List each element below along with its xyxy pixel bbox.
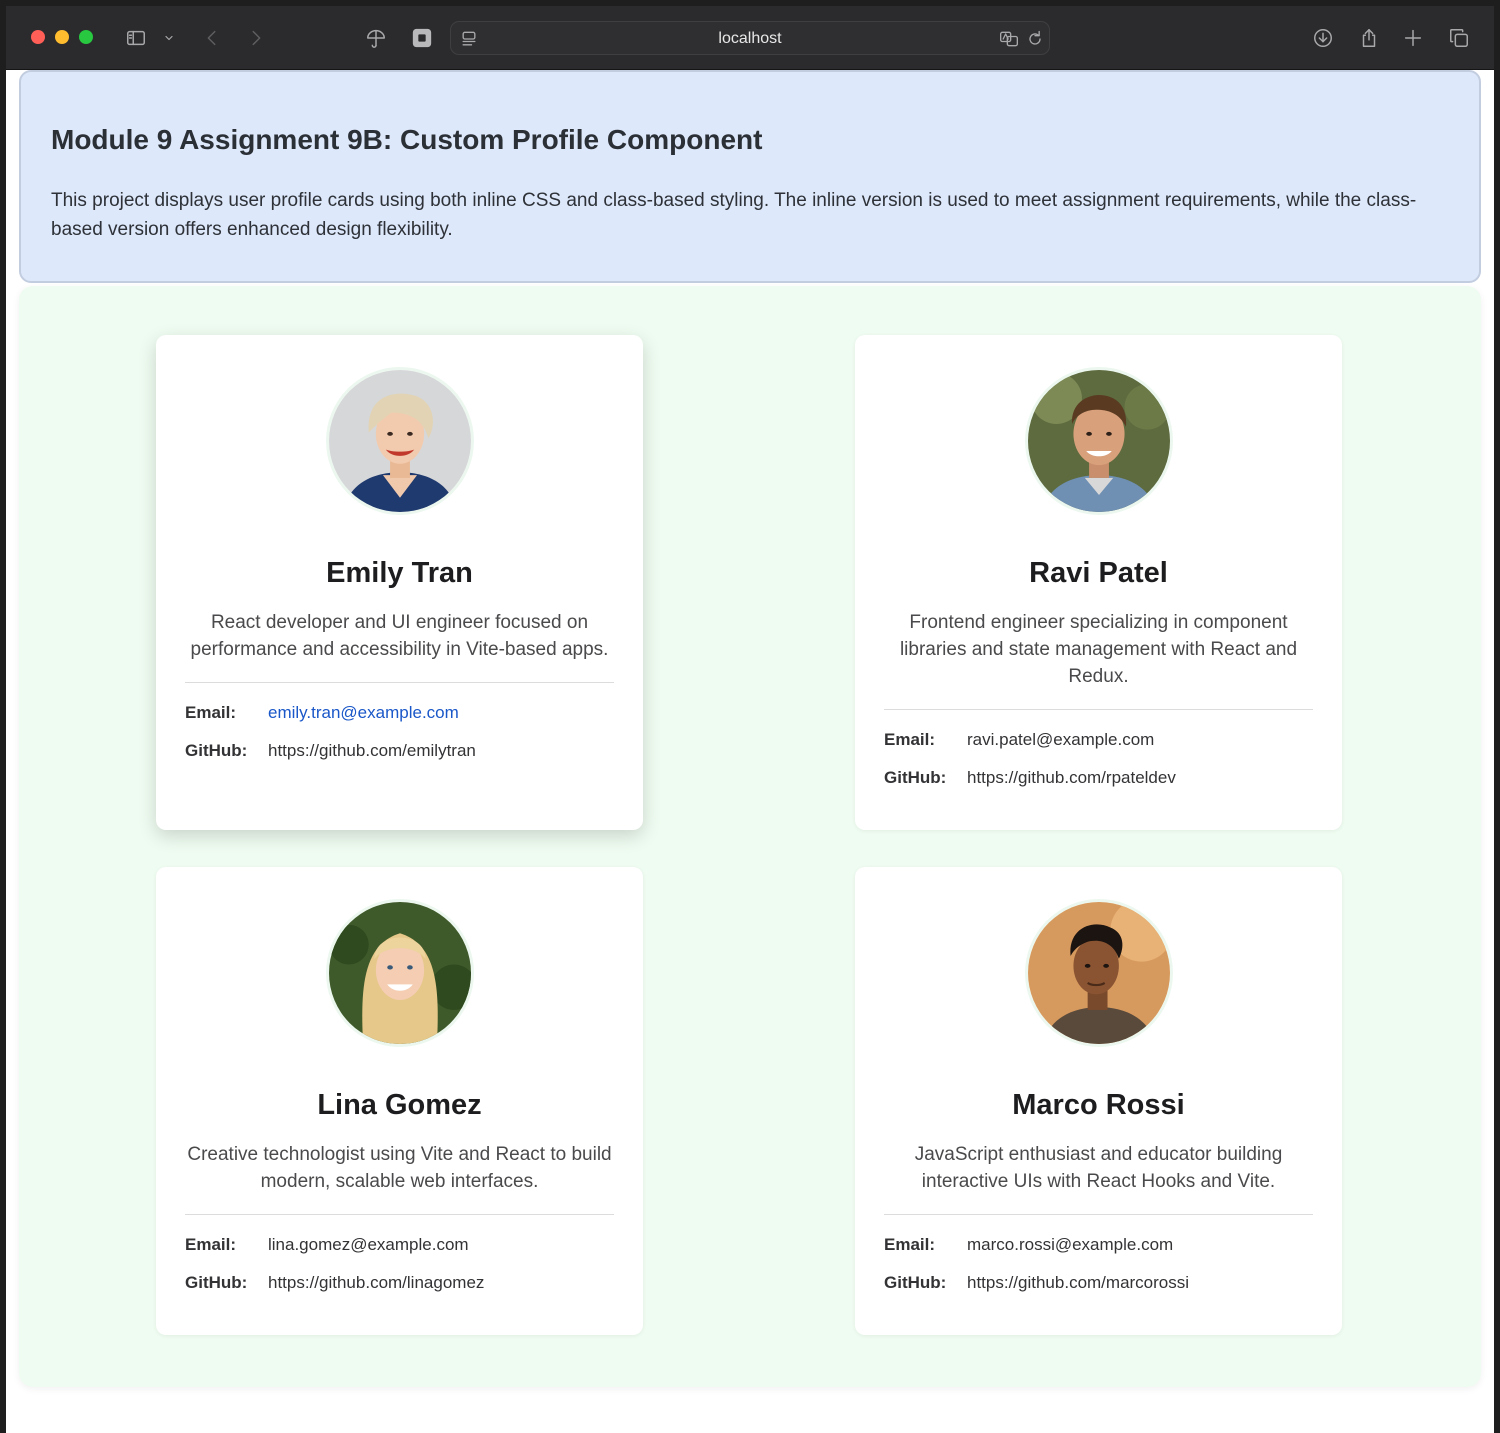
email-link[interactable]: lina.gomez@example.com bbox=[268, 1235, 469, 1255]
github-row: GitHub: https://github.com/emilytran bbox=[185, 741, 623, 763]
profile-card: Lina Gomez Creative technologist using V… bbox=[156, 867, 643, 1335]
github-url[interactable]: https://github.com/marcorossi bbox=[967, 1273, 1189, 1293]
github-row: GitHub: https://github.com/rpateldev bbox=[884, 768, 1322, 790]
profile-cards-container: Emily Tran React developer and UI engine… bbox=[19, 286, 1481, 1387]
profile-bio: Creative technologist using Vite and Rea… bbox=[187, 1144, 612, 1192]
downloads-icon[interactable] bbox=[1311, 26, 1335, 50]
tab-overview-icon[interactable] bbox=[1447, 26, 1471, 50]
profile-name: Emily Tran bbox=[326, 557, 473, 589]
profile-avatar bbox=[1025, 367, 1173, 515]
github-label: GitHub: bbox=[185, 741, 248, 760]
github-url[interactable]: https://github.com/emilytran bbox=[268, 741, 476, 761]
email-row: Email: lina.gomez@example.com bbox=[185, 1235, 623, 1257]
profile-name: Ravi Patel bbox=[1029, 557, 1168, 589]
translate-icon[interactable] bbox=[997, 27, 1021, 51]
profile-card: Ravi Patel Frontend engineer specializin… bbox=[855, 335, 1342, 830]
profile-bio: React developer and UI engineer focused … bbox=[190, 612, 609, 660]
extension-icon[interactable] bbox=[410, 26, 434, 50]
profile-avatar bbox=[326, 899, 474, 1047]
back-icon[interactable] bbox=[200, 26, 224, 50]
card-divider bbox=[884, 709, 1313, 710]
email-label: Email: bbox=[185, 1235, 237, 1254]
share-icon[interactable] bbox=[1357, 26, 1381, 50]
profile-avatar bbox=[1025, 899, 1173, 1047]
github-url[interactable]: https://github.com/rpateldev bbox=[967, 768, 1176, 788]
github-label: GitHub: bbox=[884, 768, 947, 787]
close-window-button[interactable] bbox=[31, 30, 45, 44]
profile-name: Marco Rossi bbox=[1012, 1089, 1185, 1121]
email-link[interactable]: marco.rossi@example.com bbox=[967, 1235, 1173, 1255]
page-title: Module 9 Assignment 9B: Custom Profile C… bbox=[51, 124, 763, 155]
profile-bio: Frontend engineer specializing in compon… bbox=[899, 612, 1298, 687]
email-row: Email: marco.rossi@example.com bbox=[884, 1235, 1322, 1257]
email-link[interactable]: emily.tran@example.com bbox=[268, 703, 459, 723]
reload-icon[interactable] bbox=[1023, 27, 1047, 51]
email-link[interactable]: ravi.patel@example.com bbox=[967, 730, 1154, 750]
sidebar-toggle-icon[interactable] bbox=[124, 26, 148, 50]
profile-bio: JavaScript enthusiast and educator build… bbox=[914, 1144, 1283, 1192]
profile-avatar bbox=[326, 367, 474, 515]
page-description: This project displays user profile cards… bbox=[51, 190, 1417, 240]
email-label: Email: bbox=[185, 703, 237, 722]
profile-card: Marco Rossi JavaScript enthusiast and ed… bbox=[855, 867, 1342, 1335]
card-divider bbox=[185, 682, 614, 683]
umbrella-icon[interactable] bbox=[364, 26, 388, 50]
github-label: GitHub: bbox=[185, 1273, 248, 1292]
email-label: Email: bbox=[884, 730, 936, 749]
browser-toolbar: localhost bbox=[6, 6, 1494, 70]
address-bar[interactable]: localhost bbox=[450, 21, 1050, 55]
profile-card: Emily Tran React developer and UI engine… bbox=[156, 335, 643, 830]
github-row: GitHub: https://github.com/linagomez bbox=[185, 1273, 623, 1295]
email-row: Email: emily.tran@example.com bbox=[185, 703, 623, 725]
github-label: GitHub: bbox=[884, 1273, 947, 1292]
github-url[interactable]: https://github.com/linagomez bbox=[268, 1273, 484, 1293]
card-divider bbox=[185, 1214, 614, 1215]
url-text[interactable]: localhost bbox=[451, 30, 1049, 48]
profile-name: Lina Gomez bbox=[317, 1089, 482, 1121]
forward-icon[interactable] bbox=[244, 26, 268, 50]
page-header: Module 9 Assignment 9B: Custom Profile C… bbox=[19, 70, 1481, 283]
github-row: GitHub: https://github.com/marcorossi bbox=[884, 1273, 1322, 1295]
page-viewport: Module 9 Assignment 9B: Custom Profile C… bbox=[6, 70, 1494, 1433]
minimize-window-button[interactable] bbox=[55, 30, 69, 44]
zoom-window-button[interactable] bbox=[79, 30, 93, 44]
new-tab-icon[interactable] bbox=[1401, 26, 1425, 50]
email-row: Email: ravi.patel@example.com bbox=[884, 730, 1322, 752]
chevron-down-icon[interactable] bbox=[160, 26, 178, 50]
card-divider bbox=[884, 1214, 1313, 1215]
email-label: Email: bbox=[884, 1235, 936, 1254]
